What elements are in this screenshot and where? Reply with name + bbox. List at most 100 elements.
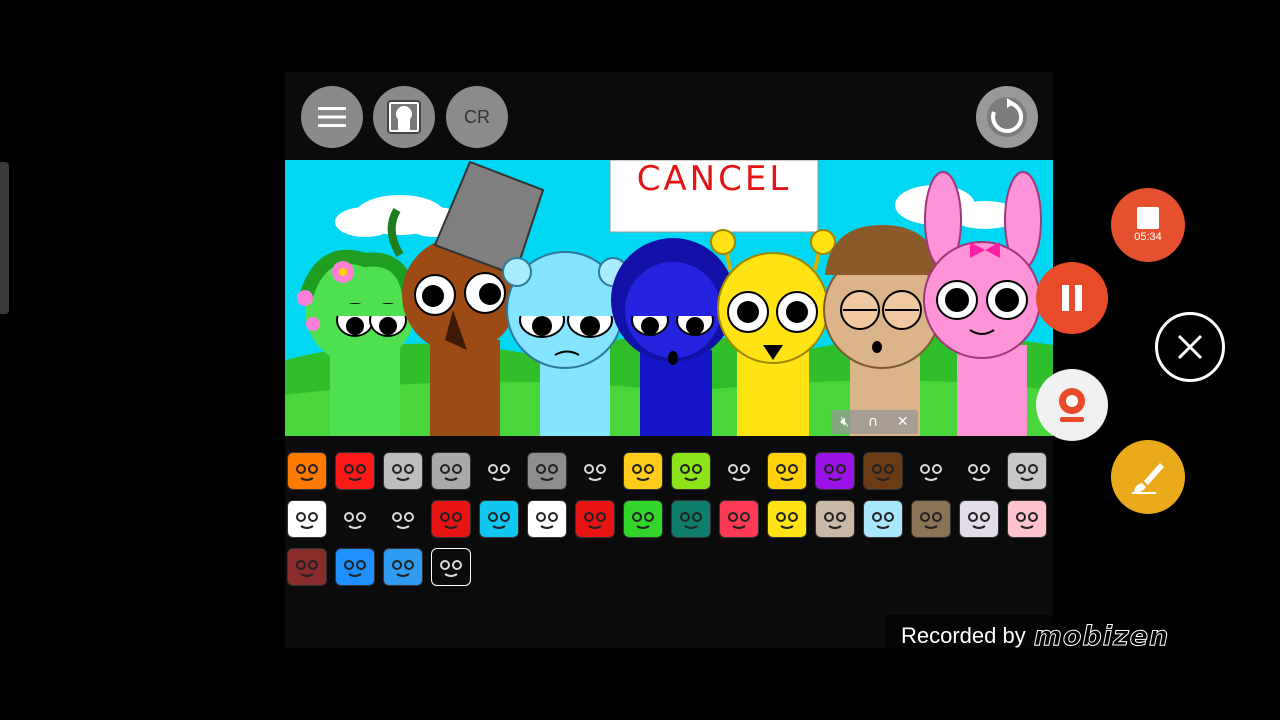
- monitor-icon: [1016, 464, 1038, 481]
- palette-slot-tree[interactable]: [863, 452, 903, 490]
- mute-icon[interactable]: 🔇︎: [840, 414, 849, 430]
- palette-slot-yellow-visor[interactable]: [623, 452, 663, 490]
- palette-slot-silver-ufo[interactable]: [383, 452, 423, 490]
- white-envelope-icon: [296, 512, 318, 529]
- palette-slot-maroon-arch[interactable]: [287, 548, 327, 586]
- cr-button[interactable]: CR: [446, 86, 508, 148]
- palette-slot-moon[interactable]: [959, 500, 999, 538]
- palette-slot-red-bird[interactable]: [719, 500, 759, 538]
- sign-text: CANCEL: [637, 160, 792, 199]
- recording-watermark: Recorded by mobizen: [885, 615, 1280, 657]
- record-timer: 05:34: [1134, 231, 1162, 243]
- pink-face-icon: [1016, 512, 1038, 529]
- black-hat-icon: [440, 560, 462, 577]
- palette-slot-gray-cat[interactable]: [527, 452, 567, 490]
- record-stop-button[interactable]: 05:34: [1111, 188, 1185, 262]
- reset-refresh-icon: [987, 97, 1027, 137]
- stop-icon: [1137, 207, 1159, 229]
- gray-cat-icon: [536, 464, 558, 481]
- watermark-text: Recorded by: [901, 623, 1026, 648]
- palette-slot-sun[interactable]: [767, 452, 807, 490]
- palette-slot-orange-face[interactable]: [287, 452, 327, 490]
- blue-cape-icon: [392, 560, 414, 577]
- brown-bandage-icon: [920, 512, 942, 529]
- palette-slot-mushroom[interactable]: [575, 500, 615, 538]
- palette-slot-gray-block[interactable]: [575, 452, 615, 490]
- webcam-icon: [1059, 388, 1085, 422]
- light-blue-face-icon: [872, 512, 894, 529]
- palette-slot-green-frog[interactable]: [623, 500, 663, 538]
- yellow-cat-icon: [776, 512, 798, 529]
- red-bird-icon: [728, 512, 750, 529]
- palette-slot-white-bunny[interactable]: [335, 500, 375, 538]
- orange-face-icon: [296, 464, 318, 481]
- palette-slot-white-envelope[interactable]: [287, 500, 327, 538]
- record-brush-button[interactable]: [1111, 440, 1185, 514]
- palette-slot-frog-eyes[interactable]: [719, 452, 759, 490]
- palette-slot-teal-face[interactable]: [671, 500, 711, 538]
- game-window: CR CANCEL 🔇︎ ∩ ✕: [285, 72, 1053, 648]
- palette-slot-pink-face[interactable]: [1007, 500, 1047, 538]
- black-orb-icon: [392, 512, 414, 529]
- palette-slot-beige-castle[interactable]: [815, 500, 855, 538]
- palette-slot-brown-bandage[interactable]: [911, 500, 951, 538]
- close-icon[interactable]: ✕: [897, 414, 909, 430]
- record-pause-button[interactable]: [1036, 262, 1108, 334]
- mushroom-icon: [584, 512, 606, 529]
- moon-icon: [968, 512, 990, 529]
- brush-icon: [1132, 463, 1164, 494]
- palette-slot-lime-spiky[interactable]: [671, 452, 711, 490]
- flower-spider-icon: [488, 464, 510, 481]
- tree-icon: [872, 464, 894, 481]
- crying-face-icon: [536, 512, 558, 529]
- purple-horns-icon: [824, 464, 846, 481]
- record-close-button[interactable]: [1155, 312, 1225, 382]
- pause-icon: [1062, 285, 1082, 311]
- palette-slot-tv-robot[interactable]: [431, 452, 471, 490]
- palette-slot-red-spiky[interactable]: [335, 452, 375, 490]
- red-headphones-icon: [440, 512, 462, 529]
- reset-button[interactable]: [976, 86, 1038, 148]
- red-spiky-icon: [344, 464, 366, 481]
- cr-label: CR: [464, 106, 490, 127]
- palette-slot-purple-horns[interactable]: [815, 452, 855, 490]
- palette-slot-gray-hat[interactable]: [959, 452, 999, 490]
- crab-icon: [920, 464, 942, 481]
- palette-slot-black-orb[interactable]: [383, 500, 423, 538]
- silver-ufo-icon: [392, 464, 414, 481]
- floating-audio-controls: 🔇︎ ∩ ✕: [831, 410, 918, 434]
- frog-eyes-icon: [728, 464, 750, 481]
- yellow-visor-icon: [632, 464, 654, 481]
- palette-slot-light-blue-face[interactable]: [863, 500, 903, 538]
- character-button[interactable]: [373, 86, 435, 148]
- blue-jellyfish-icon: [488, 512, 510, 529]
- palette-slot-blue-jellyfish[interactable]: [479, 500, 519, 538]
- palette-slot-crying-face[interactable]: [527, 500, 567, 538]
- palette-slot-blue-cape[interactable]: [383, 548, 423, 586]
- white-bunny-icon: [344, 512, 366, 529]
- side-handle[interactable]: [0, 162, 9, 314]
- menu-button[interactable]: [301, 86, 363, 148]
- palette-slot-red-headphones[interactable]: [431, 500, 471, 538]
- sun-icon: [776, 464, 798, 481]
- stage-artwork: CANCEL: [285, 160, 1053, 436]
- green-frog-icon: [632, 512, 654, 529]
- gray-block-icon: [584, 464, 606, 481]
- watermark-brand: mobizen: [1033, 620, 1170, 652]
- palette-slot-yellow-cat[interactable]: [767, 500, 807, 538]
- palette-slot-monitor[interactable]: [1007, 452, 1047, 490]
- palette-slot-flower-spider[interactable]: [479, 452, 519, 490]
- gray-hat-icon: [968, 464, 990, 481]
- hamburger-menu-icon: [318, 107, 346, 127]
- tv-robot-icon: [440, 464, 462, 481]
- palette-slot-peace-sign[interactable]: [335, 548, 375, 586]
- palette-slot-black-hat[interactable]: [431, 548, 471, 586]
- character-card-icon: [387, 100, 421, 134]
- palette-slot-crab[interactable]: [911, 452, 951, 490]
- headphones-icon[interactable]: ∩: [868, 414, 878, 430]
- beige-castle-icon: [824, 512, 846, 529]
- stage-scene: CANCEL: [285, 160, 1053, 436]
- teal-face-icon: [680, 512, 702, 529]
- close-icon: [1177, 334, 1203, 360]
- record-camera-button[interactable]: [1036, 369, 1108, 441]
